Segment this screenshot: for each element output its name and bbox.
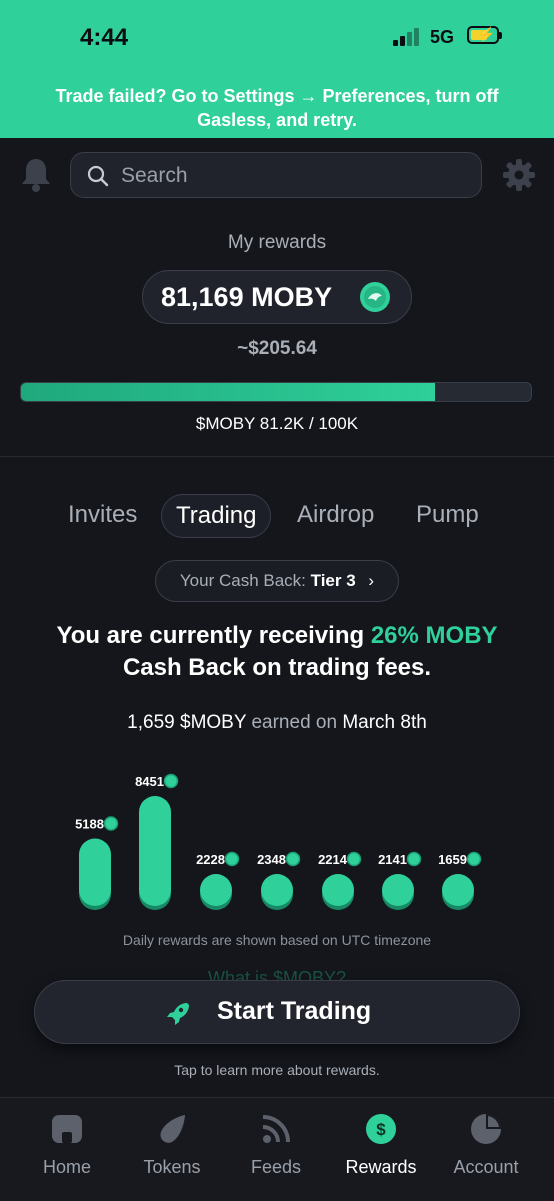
utc-note: Daily rewards are shown based on UTC tim… — [122, 932, 432, 948]
cashback-headline: You are currently receiving 26% MOBY Cas… — [20, 620, 534, 684]
signal-icon — [393, 28, 423, 46]
trade-failed-banner[interactable]: Trade failed? Go to Settings → Preferenc… — [0, 72, 554, 138]
headline-prefix: You are currently receiving — [56, 622, 365, 649]
chart-value-label: 2348 — [257, 852, 286, 867]
tab-invites[interactable]: Invites — [68, 494, 137, 536]
pie-icon — [471, 1114, 501, 1144]
chart-bar — [382, 874, 414, 906]
nav-home-label: Home — [42, 1157, 91, 1177]
earned-middle: earned on — [251, 712, 338, 733]
chart-bar — [200, 874, 232, 906]
battery-icon: ⚡ — [467, 26, 502, 44]
rewards-title: My rewards — [227, 232, 327, 253]
earned-date: March 8th — [342, 712, 427, 733]
search-icon — [87, 165, 109, 187]
headline-suffix: Cash Back on trading fees. — [122, 654, 432, 681]
section-divider — [0, 456, 554, 457]
status-bar: 4:44 5G ⚡ — [0, 0, 554, 72]
tap-note: Tap to learn more about rewards. — [174, 1062, 380, 1078]
tab-trading[interactable]: Trading — [161, 494, 272, 538]
home-icon — [52, 1115, 82, 1143]
search-placeholder: Search — [121, 164, 188, 187]
tab-airdrop[interactable]: Airdrop — [297, 494, 374, 536]
rss-icon — [262, 1115, 290, 1143]
moby-coin-icon — [406, 851, 422, 867]
nav-rewards[interactable]: $ Rewards — [326, 1112, 436, 1178]
start-trading-label: Start Trading — [217, 997, 372, 1025]
search-input[interactable]: Search — [70, 152, 482, 198]
start-trading-button[interactable]: Start Trading — [34, 980, 520, 1044]
headline-percentage: 26% MOBY — [370, 622, 498, 649]
daily-rewards-chart: 5188 8451 2228 2348 2214 2141 1659 — [75, 773, 482, 910]
progress-label: $MOBY 81.2K / 100K — [195, 414, 359, 433]
nav-account-label: Account — [453, 1157, 519, 1177]
balance-value: 81,169 MOBY — [161, 282, 333, 312]
reward-tabs: Invites Trading Airdrop Pump — [0, 494, 554, 538]
usd-value: ~$205.64 — [237, 338, 317, 359]
chevron-right-icon: › — [368, 571, 375, 590]
chart-bar — [261, 874, 293, 906]
chart-bar — [322, 874, 354, 906]
earned-amount: 1,659 $MOBY — [127, 712, 247, 733]
comet-icon — [160, 1115, 185, 1143]
tab-pump[interactable]: Pump — [416, 494, 479, 536]
chart-bar — [442, 874, 474, 906]
banner-text: Trade failed? Go to Settings → Preferenc… — [55, 86, 499, 130]
gear-icon[interactable] — [500, 156, 538, 194]
bell-icon[interactable] — [18, 156, 54, 194]
nav-feeds-label: Feeds — [250, 1157, 302, 1177]
moby-coin-icon — [285, 851, 301, 867]
cashback-tier: Tier 3 — [310, 571, 356, 590]
moby-coin-icon — [466, 851, 482, 867]
nav-feeds[interactable]: Feeds — [221, 1112, 331, 1178]
bottom-nav: Home Tokens Feeds $ Rewards Account — [0, 1097, 554, 1201]
moby-coin-icon — [103, 816, 119, 831]
chart-value-label: 5188 — [75, 816, 104, 831]
chart-value-label: 1659 — [438, 852, 467, 867]
chart-bar — [79, 838, 111, 906]
rewards-progress-bar — [20, 382, 532, 402]
nav-tokens[interactable]: Tokens — [117, 1112, 227, 1178]
rocket-icon — [167, 1003, 189, 1025]
svg-text:$: $ — [376, 1120, 386, 1139]
nav-rewards-label: Rewards — [345, 1157, 417, 1177]
chart-value-label: 2141 — [378, 852, 407, 867]
moby-coin-icon — [346, 851, 362, 867]
moby-coin-icon — [360, 282, 390, 312]
balance-pill[interactable]: 81,169 MOBY — [142, 270, 412, 324]
dollar-icon: $ — [366, 1114, 396, 1144]
status-time: 4:44 — [80, 24, 129, 51]
chart-value-label: 2228 — [196, 852, 225, 867]
earned-summary: 1,659 $MOBY earned on March 8th — [0, 712, 554, 734]
nav-account[interactable]: Account — [431, 1112, 541, 1178]
moby-coin-icon — [163, 773, 179, 789]
moby-coin-icon — [224, 851, 240, 867]
chart-value-label: 8451 — [135, 774, 164, 789]
cashback-tier-button[interactable]: Your Cash Back: Tier 3 › — [155, 560, 399, 602]
chart-bar — [139, 796, 171, 906]
nav-tokens-label: Tokens — [143, 1157, 201, 1177]
chart-value-label: 2214 — [318, 852, 348, 867]
cashback-label: Your Cash Back: — [179, 571, 306, 590]
network-label: 5G — [430, 27, 455, 47]
nav-home[interactable]: Home — [12, 1112, 122, 1178]
